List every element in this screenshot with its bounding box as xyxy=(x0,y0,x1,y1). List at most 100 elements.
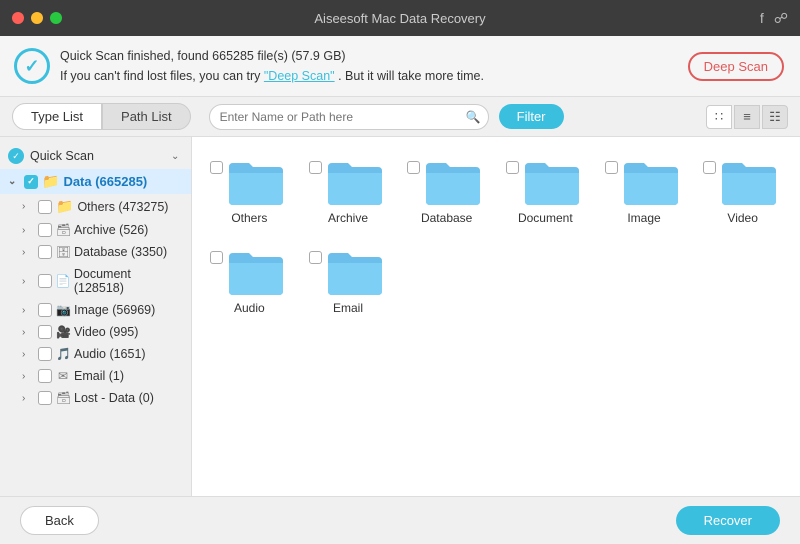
email-label: Email (1) xyxy=(74,369,124,383)
status-post: . But it will take more time. xyxy=(338,69,484,83)
data-checkbox[interactable]: ✓ xyxy=(24,175,38,189)
others-icon: 📁 xyxy=(56,198,73,215)
search-icon: 🔍 xyxy=(466,110,481,124)
database-file-checkbox[interactable] xyxy=(407,161,420,174)
maximize-button[interactable] xyxy=(50,12,62,24)
filter-button[interactable]: Filter xyxy=(499,104,564,129)
file-item-image[interactable]: Image xyxy=(599,149,690,231)
file-item-others[interactable]: Others xyxy=(204,149,295,231)
file-item-database[interactable]: Database xyxy=(401,149,492,231)
document-file-checkbox[interactable] xyxy=(506,161,519,174)
sidebar-item-data[interactable]: ⌄ ✓ 📁 Data (665285) xyxy=(0,169,191,194)
quick-scan-label: Quick Scan xyxy=(30,149,94,163)
chat-icon[interactable]: ☍ xyxy=(774,10,788,27)
deep-scan-button[interactable]: Deep Scan xyxy=(688,52,784,81)
document-checkbox[interactable] xyxy=(38,274,52,288)
quick-scan-chevron: ⌄ xyxy=(171,151,183,162)
list-view-button[interactable]: ≡ xyxy=(734,105,760,129)
database-icon: 🗄 xyxy=(56,245,70,259)
others-chevron: › xyxy=(22,201,34,212)
minimize-button[interactable] xyxy=(31,12,43,24)
sidebar-item-document[interactable]: › 📄 Document (128518) xyxy=(0,263,191,299)
email-chevron: › xyxy=(22,371,34,382)
file-item-archive-top xyxy=(309,159,388,205)
status-text: Quick Scan finished, found 665285 file(s… xyxy=(60,46,672,86)
grid-view-button[interactable]: ∷ xyxy=(706,105,732,129)
audio-checkbox[interactable] xyxy=(38,347,52,361)
sidebar-item-audio[interactable]: › 🎵 Audio (1651) xyxy=(0,343,191,365)
file-item-others-top xyxy=(210,159,289,205)
back-button[interactable]: Back xyxy=(20,506,99,535)
data-chevron: ⌄ xyxy=(8,176,20,187)
image-icon: 📷 xyxy=(56,303,70,317)
document-label: Document (128518) xyxy=(74,267,183,295)
file-item-document[interactable]: Document xyxy=(500,149,591,231)
sidebar-item-image[interactable]: › 📷 Image (56969) xyxy=(0,299,191,321)
archive-file-label: Archive xyxy=(309,211,388,225)
status-line1: Quick Scan finished, found 665285 file(s… xyxy=(60,46,672,66)
video-label: Video (995) xyxy=(74,325,138,339)
file-item-archive[interactable]: Archive xyxy=(303,149,394,231)
email-file-checkbox[interactable] xyxy=(309,251,322,264)
file-item-audio[interactable]: Audio xyxy=(204,239,295,321)
app-title: Aiseesoft Mac Data Recovery xyxy=(314,11,485,26)
video-file-checkbox[interactable] xyxy=(703,161,716,174)
audio-file-label: Audio xyxy=(210,301,289,315)
file-item-email[interactable]: Email xyxy=(303,239,394,321)
database-label: Database (3350) xyxy=(74,245,167,259)
document-folder-icon xyxy=(523,159,581,205)
sidebar-item-lost-data[interactable]: › 🗃 Lost - Data (0) xyxy=(0,387,191,409)
image-chevron: › xyxy=(22,305,34,316)
recover-button[interactable]: Recover xyxy=(676,506,780,535)
close-button[interactable] xyxy=(12,12,24,24)
main-window: ✓ Quick Scan finished, found 665285 file… xyxy=(0,36,800,544)
sidebar-item-email[interactable]: › ✉ Email (1) xyxy=(0,365,191,387)
audio-file-checkbox[interactable] xyxy=(210,251,223,264)
lost-data-checkbox[interactable] xyxy=(38,391,52,405)
sidebar-item-database[interactable]: › 🗄 Database (3350) xyxy=(0,241,191,263)
database-checkbox[interactable] xyxy=(38,245,52,259)
sidebar: ✓ Quick Scan ⌄ ⌄ ✓ 📁 Data (665285) › 📁 O… xyxy=(0,137,192,496)
lost-data-icon: 🗃 xyxy=(56,391,70,405)
file-item-email-top xyxy=(309,249,388,295)
others-file-checkbox[interactable] xyxy=(210,161,223,174)
email-file-label: Email xyxy=(309,301,388,315)
sidebar-item-others[interactable]: › 📁 Others (473275) xyxy=(0,194,191,219)
facebook-icon[interactable]: f xyxy=(760,10,764,27)
tab-path-list[interactable]: Path List xyxy=(102,103,191,130)
archive-icon: 🗃 xyxy=(56,223,70,237)
archive-file-checkbox[interactable] xyxy=(309,161,322,174)
image-checkbox[interactable] xyxy=(38,303,52,317)
others-file-label: Others xyxy=(210,211,289,225)
others-checkbox[interactable] xyxy=(38,200,52,214)
others-label: Others (473275) xyxy=(77,200,168,214)
file-item-video[interactable]: Video xyxy=(697,149,788,231)
video-file-label: Video xyxy=(703,211,782,225)
audio-label: Audio (1651) xyxy=(74,347,146,361)
document-file-label: Document xyxy=(506,211,585,225)
archive-checkbox[interactable] xyxy=(38,223,52,237)
tab-type-list[interactable]: Type List xyxy=(12,103,102,130)
video-checkbox[interactable] xyxy=(38,325,52,339)
email-icon: ✉ xyxy=(56,369,70,383)
email-checkbox[interactable] xyxy=(38,369,52,383)
audio-icon: 🎵 xyxy=(56,347,70,361)
sidebar-item-archive[interactable]: › 🗃 Archive (526) xyxy=(0,219,191,241)
image-file-checkbox[interactable] xyxy=(605,161,618,174)
search-input[interactable] xyxy=(209,104,489,130)
data-label: Data (665285) xyxy=(63,174,147,189)
check-icon: ✓ xyxy=(14,48,50,84)
sidebar-item-video[interactable]: › 🎥 Video (995) xyxy=(0,321,191,343)
video-chevron: › xyxy=(22,327,34,338)
image-file-label: Image xyxy=(605,211,684,225)
file-item-video-top xyxy=(703,159,782,205)
deep-scan-link[interactable]: "Deep Scan" xyxy=(264,69,335,83)
content-area: ✓ Quick Scan ⌄ ⌄ ✓ 📁 Data (665285) › 📁 O… xyxy=(0,137,800,496)
tab-group: Type List Path List xyxy=(12,103,191,130)
file-grid: Others Archive xyxy=(204,149,788,321)
video-folder-icon xyxy=(720,159,778,205)
email-folder-icon xyxy=(326,249,384,295)
status-pre: If you can't find lost files, you can tr… xyxy=(60,69,264,83)
detail-view-button[interactable]: ☷ xyxy=(762,105,788,129)
lost-data-chevron: › xyxy=(22,393,34,404)
